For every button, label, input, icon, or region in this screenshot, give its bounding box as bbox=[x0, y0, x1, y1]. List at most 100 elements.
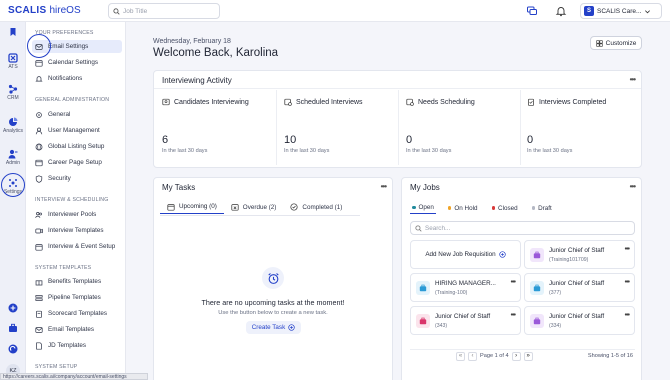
crm-icon bbox=[8, 84, 18, 94]
tab-label: Overdue (2) bbox=[242, 203, 277, 211]
pipeline-icon bbox=[35, 294, 43, 301]
rail-item-analytics[interactable]: Analytics bbox=[0, 117, 26, 134]
rail-label-analytics: Analytics bbox=[2, 128, 23, 134]
rail-item-admin[interactable]: Admin bbox=[0, 149, 26, 166]
nav-item-interview-templates[interactable]: Interview Templates bbox=[32, 224, 122, 237]
nav-item-security[interactable]: Security bbox=[32, 172, 122, 185]
card-title: My Tasks bbox=[162, 183, 196, 192]
calendar-icon bbox=[167, 203, 175, 211]
nav-item-jd-templates[interactable]: JD Templates bbox=[32, 339, 122, 352]
search-icon bbox=[415, 224, 422, 232]
nav-item-global-listing[interactable]: Global Listing Setup bbox=[32, 140, 122, 153]
brand-name-bold: SCALIS bbox=[8, 5, 47, 16]
more-options-icon[interactable]: ••• bbox=[630, 182, 636, 191]
nav-item-user-management[interactable]: User Management bbox=[32, 124, 122, 137]
company-name: SCALIS Care... bbox=[597, 7, 642, 15]
empty-state-subtitle: Use the button below to create a new tas… bbox=[218, 310, 328, 316]
video-icon bbox=[35, 228, 43, 233]
job-card[interactable]: Junior Chief of Staff (334) ••• bbox=[524, 306, 635, 335]
rail-item-ats[interactable]: ATS bbox=[0, 53, 26, 70]
calendar-clock-icon bbox=[284, 98, 292, 106]
more-options-icon[interactable]: ••• bbox=[625, 312, 630, 319]
job-title: Junior Chief of Staff bbox=[549, 313, 605, 320]
settings-sidebar: YOUR PREFERENCES Email Settings Calendar… bbox=[26, 22, 126, 380]
nav-label: Benefits Templates bbox=[48, 278, 102, 285]
job-list-search[interactable] bbox=[410, 221, 635, 235]
job-title: Junior Chief of Staff bbox=[435, 313, 491, 320]
nav-label: Notifications bbox=[48, 75, 83, 82]
nav-item-benefits-templates[interactable]: Benefits Templates bbox=[32, 275, 122, 288]
job-search-input[interactable] bbox=[123, 7, 215, 15]
gear-icon bbox=[36, 111, 42, 118]
plus-circle-icon bbox=[8, 303, 18, 313]
rail-item-jobs[interactable] bbox=[0, 323, 26, 333]
stat-scheduled-interviews: Scheduled Interviews 10 In the last 30 d… bbox=[284, 98, 404, 155]
nav-label: Scorecard Templates bbox=[48, 310, 108, 317]
tab-completed[interactable]: Completed (1) bbox=[283, 200, 349, 214]
browser-icon bbox=[35, 159, 43, 166]
tab-overdue[interactable]: Overdue (2) bbox=[224, 200, 284, 214]
last-page-button[interactable]: » bbox=[523, 351, 533, 361]
tab-draft[interactable]: Draft bbox=[530, 202, 554, 214]
results-count: Showing 1-5 of 16 bbox=[587, 353, 633, 359]
task-tabs: Upcoming (0) Overdue (2) Completed (1) bbox=[160, 200, 349, 214]
job-card[interactable]: Junior Chief of Staff (Training101709) •… bbox=[524, 240, 635, 269]
prev-page-button[interactable]: ‹ bbox=[468, 351, 477, 361]
add-job-requisition-button[interactable]: Add New Job Requisition bbox=[410, 240, 521, 269]
grid-icon bbox=[596, 39, 603, 47]
tab-upcoming[interactable]: Upcoming (0) bbox=[160, 200, 224, 214]
next-page-button[interactable]: › bbox=[511, 351, 521, 361]
nav-item-notifications[interactable]: Notifications bbox=[32, 72, 122, 85]
nav-item-pipeline-templates[interactable]: Pipeline Templates bbox=[32, 291, 122, 304]
customize-button[interactable]: Customize bbox=[590, 36, 642, 50]
tab-open[interactable]: Open bbox=[410, 202, 436, 214]
nav-item-interviewer-pools[interactable]: Interviewer Pools bbox=[32, 208, 122, 221]
nav-label: Interview & Event Setup bbox=[48, 243, 116, 250]
calendar-icon bbox=[35, 243, 43, 251]
rail-item-bookmark[interactable] bbox=[0, 27, 26, 37]
status-dot bbox=[491, 206, 496, 210]
job-card[interactable]: Junior Chief of Staff (377) ••• bbox=[524, 273, 635, 302]
nav-item-career-page[interactable]: Career Page Setup bbox=[32, 156, 122, 169]
tab-label: Draft bbox=[538, 204, 552, 212]
job-card[interactable]: HIRING MANAGER... (Training-100) ••• bbox=[410, 273, 521, 302]
first-page-button[interactable]: « bbox=[456, 351, 465, 361]
tab-on-hold[interactable]: On Hold bbox=[446, 202, 480, 214]
more-options-icon[interactable]: ••• bbox=[625, 246, 630, 253]
bell-icon[interactable] bbox=[555, 5, 567, 17]
bell-icon bbox=[35, 75, 43, 82]
date-label: Wednesday, February 18 bbox=[153, 38, 231, 45]
chat-icon[interactable] bbox=[526, 5, 538, 17]
nav-item-interview-event-setup[interactable]: Interview & Event Setup bbox=[32, 240, 122, 253]
job-card[interactable]: Junior Chief of Staff (343) ••• bbox=[410, 306, 521, 335]
nav-item-general[interactable]: General bbox=[32, 108, 122, 121]
brand-logo[interactable]: SCALIS hireOS bbox=[8, 5, 81, 16]
more-options-icon[interactable]: ••• bbox=[511, 279, 516, 286]
chevron-down-icon bbox=[645, 9, 651, 13]
tab-label: Open bbox=[418, 204, 434, 211]
job-search-box[interactable] bbox=[108, 3, 220, 19]
rail-item-crm[interactable]: CRM bbox=[0, 84, 26, 101]
more-options-icon[interactable]: ••• bbox=[381, 182, 387, 191]
status-dot bbox=[412, 205, 416, 210]
company-switcher[interactable]: S SCALIS Care... bbox=[580, 3, 662, 19]
job-title: HIRING MANAGER... bbox=[435, 280, 496, 287]
job-list-search-input[interactable] bbox=[425, 224, 625, 232]
nav-label: User Management bbox=[48, 127, 100, 134]
more-options-icon[interactable]: ••• bbox=[511, 312, 516, 319]
stat-label: Candidates Interviewing bbox=[174, 98, 249, 106]
tab-closed[interactable]: Closed bbox=[490, 202, 520, 214]
stat-value: 6 bbox=[162, 134, 169, 146]
create-task-button[interactable]: Create Task bbox=[246, 321, 301, 334]
rail-add-button[interactable] bbox=[0, 303, 26, 313]
tab-label: Closed bbox=[498, 204, 518, 212]
nav-item-scorecard-templates[interactable]: Scorecard Templates bbox=[32, 307, 122, 320]
brand-name-light: hireOS bbox=[49, 5, 81, 16]
nav-item-calendar-settings[interactable]: Calendar Settings bbox=[32, 56, 122, 69]
rail-item-help[interactable] bbox=[0, 344, 26, 354]
globe-icon bbox=[35, 143, 43, 150]
job-code: (Training101709) bbox=[549, 257, 589, 263]
more-options-icon[interactable]: ••• bbox=[625, 279, 630, 286]
nav-item-email-templates[interactable]: Email Templates bbox=[32, 323, 122, 336]
more-options-icon[interactable]: ••• bbox=[630, 75, 636, 84]
